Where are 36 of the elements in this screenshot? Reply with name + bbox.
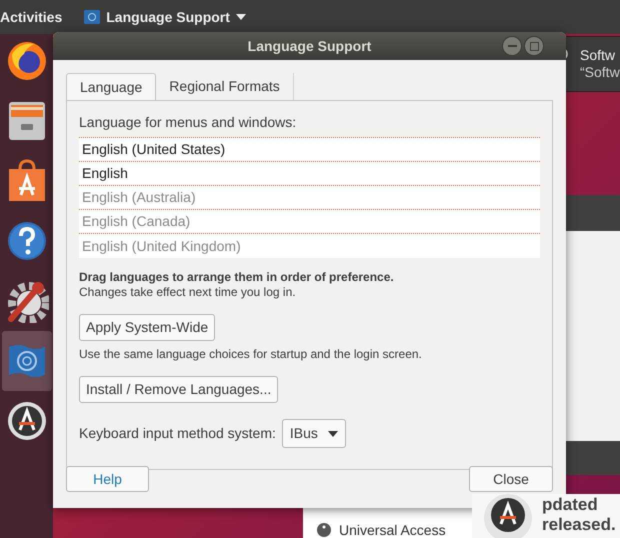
notification-body: “Softw	[580, 64, 620, 81]
update-icon	[491, 498, 525, 532]
flag-icon	[84, 10, 100, 24]
tab[interactable]: Language	[66, 73, 156, 100]
caret-icon	[328, 430, 338, 436]
list-label: Language for menus and windows:	[79, 114, 298, 131]
fox-globe-icon	[6, 40, 48, 82]
hint-text: Drag languages to arrange them in order of preference.	[79, 270, 395, 285]
note-text: Use the same language choices for startup and the login screen.	[79, 347, 423, 362]
help-icon	[6, 220, 48, 262]
notification-title: Softw	[580, 47, 616, 64]
apply-button[interactable]: Apply System-Wide	[79, 314, 216, 341]
close-button[interactable]: Close	[469, 466, 553, 492]
dock-item[interactable]	[2, 331, 52, 391]
activities-button[interactable]: Activities	[0, 6, 62, 28]
language-row[interactable]: English	[79, 162, 540, 186]
tab[interactable]: Regional Formats	[156, 73, 294, 100]
input-method-dropdown[interactable]: IBus	[282, 419, 346, 448]
caret-icon	[236, 14, 246, 20]
message-text: pdated	[542, 495, 599, 515]
minimize-button[interactable]	[502, 36, 522, 56]
update-icon	[6, 400, 48, 442]
maximize-button[interactable]	[524, 36, 544, 56]
window-header	[566, 441, 620, 475]
help-button[interactable]: Help	[66, 466, 149, 492]
window-header	[566, 195, 620, 231]
keyboard-label: Keyboard input method system:	[79, 424, 276, 443]
app-menu[interactable]: Language Support	[84, 6, 246, 28]
file-cabinet-icon	[6, 100, 46, 142]
install-button[interactable]: Install / Remove Languages...	[79, 376, 278, 403]
language-row[interactable]: English (United States)	[79, 138, 540, 162]
hint-text: Changes take effect next time you log in.	[79, 285, 297, 300]
message-text: released.	[542, 515, 616, 535]
shopping-bag-icon	[6, 159, 46, 203]
sidebar-item[interactable]: Universal Access	[339, 523, 446, 537]
window-title: Language Support	[248, 36, 372, 56]
